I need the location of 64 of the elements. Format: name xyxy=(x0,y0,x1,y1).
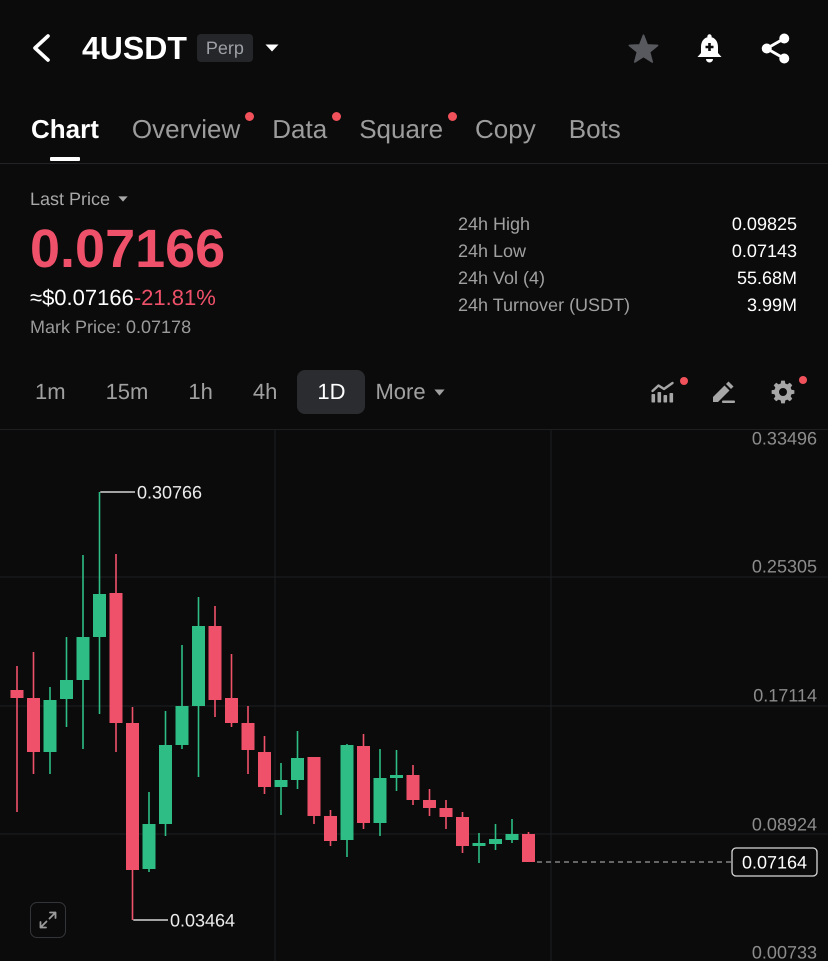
candle xyxy=(472,833,486,863)
price-axis-label: 0.33496 xyxy=(752,430,817,448)
candle xyxy=(308,757,320,824)
contract-type-badge: Perp xyxy=(196,34,253,62)
candle xyxy=(406,765,420,805)
candle xyxy=(242,706,254,774)
stat-label: 24h Low xyxy=(458,240,528,263)
candle xyxy=(274,763,288,815)
pencil-icon[interactable] xyxy=(711,380,736,404)
tab[interactable]: Chart xyxy=(31,96,99,163)
tab[interactable]: Copy xyxy=(475,96,536,163)
stat-value: 0.07143 xyxy=(732,240,797,263)
caret-down-icon xyxy=(434,388,445,396)
star-icon[interactable] xyxy=(628,34,659,62)
settings-icon[interactable] xyxy=(771,380,795,404)
stat-value: 0.09825 xyxy=(732,213,797,236)
price-change-percent: -21.81% xyxy=(134,284,216,312)
more-intervals-button[interactable]: More xyxy=(375,370,445,414)
leader-line xyxy=(133,919,168,921)
share-icon[interactable] xyxy=(761,32,790,64)
price-type-dropdown[interactable]: Last Price xyxy=(30,187,128,211)
candle xyxy=(291,731,304,789)
usd-price-value: ≈$0.07166 xyxy=(30,284,134,312)
price-axis-label: 0.00733 xyxy=(752,942,817,961)
candle xyxy=(489,824,502,850)
candle xyxy=(324,810,337,846)
low-price-label: 0.03464 xyxy=(170,910,236,930)
interval-tab[interactable]: 15m xyxy=(86,370,168,414)
tab[interactable]: Bots xyxy=(568,96,621,163)
tab[interactable]: Overview xyxy=(132,96,256,163)
candle xyxy=(506,819,518,843)
interval-tab[interactable]: 1h xyxy=(168,370,233,414)
stat-value: 3.99M xyxy=(746,294,797,317)
mark-price-text: Mark Price: 0.07178 xyxy=(30,316,192,339)
candle xyxy=(522,832,535,862)
stat-label: 24h Turnover (USDT) xyxy=(458,294,632,317)
candle xyxy=(423,789,436,816)
candle xyxy=(456,812,469,853)
expand-button[interactable] xyxy=(30,902,66,938)
interval-tab[interactable]: 1m xyxy=(15,370,86,414)
symbol-title[interactable]: 4USDT xyxy=(82,30,187,66)
price-axis-label: 0.25305 xyxy=(752,556,817,576)
stat-label: 24h High xyxy=(458,213,532,236)
caret-down-icon xyxy=(118,196,128,202)
last-price-tag: 0.07164 xyxy=(731,847,818,877)
candle xyxy=(390,750,403,791)
interval-tab[interactable]: 1D xyxy=(297,370,366,414)
price-axis-label: 0.08924 xyxy=(752,814,817,834)
last-price-value: 0.07166 xyxy=(30,221,226,277)
candle xyxy=(440,800,452,829)
bell-icon[interactable] xyxy=(697,34,722,62)
tab[interactable]: Square xyxy=(359,96,458,163)
tab[interactable]: Data xyxy=(272,96,342,163)
expand-icon xyxy=(39,911,57,929)
interval-tab[interactable]: 4h xyxy=(232,370,298,414)
leader-line xyxy=(100,491,135,493)
stat-label: 24h Vol (4) xyxy=(458,267,546,290)
back-icon[interactable] xyxy=(33,34,50,62)
high-price-label: 0.30766 xyxy=(137,482,202,502)
stat-value: 55.68M xyxy=(736,267,797,290)
indicator-chart-icon[interactable] xyxy=(650,381,676,403)
price-axis-label: 0.17114 xyxy=(753,686,817,706)
candle xyxy=(258,736,271,794)
caret-down-icon[interactable] xyxy=(264,44,279,52)
